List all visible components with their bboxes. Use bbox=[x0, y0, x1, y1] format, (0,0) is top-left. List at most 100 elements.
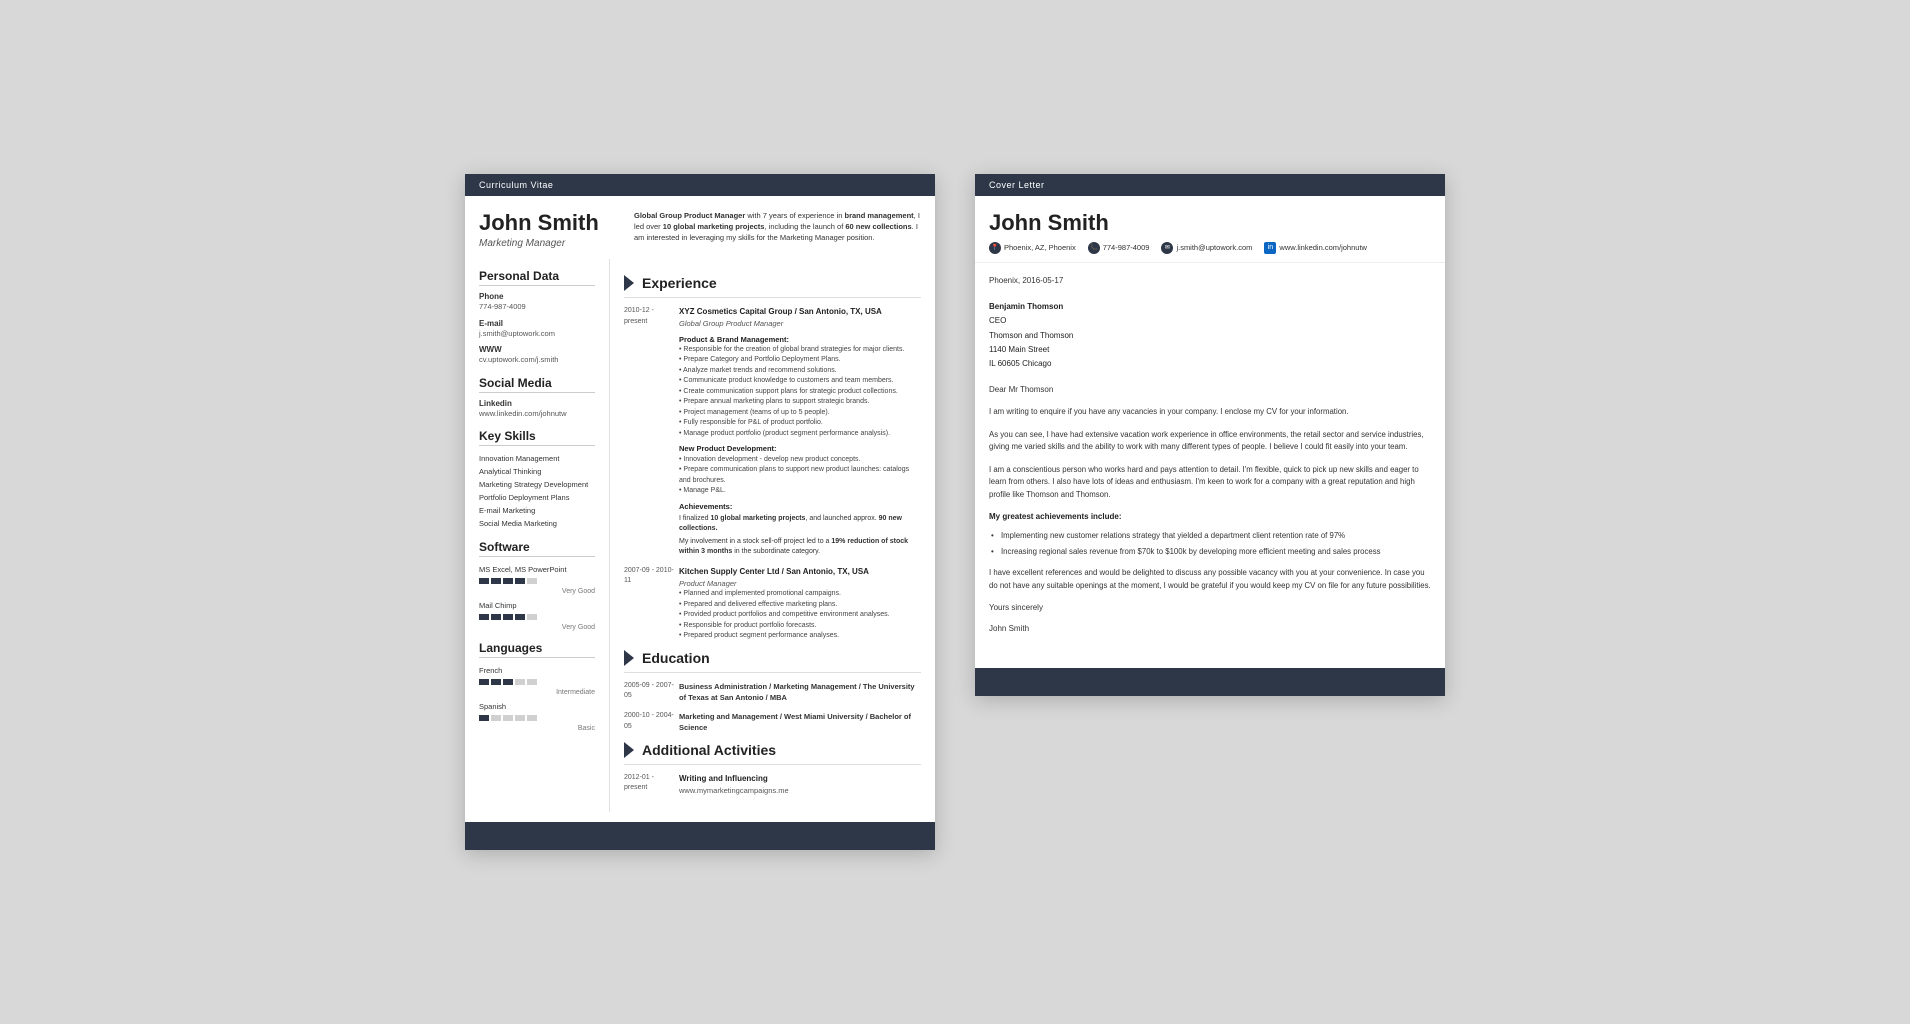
edu2-content: Marketing and Management / West Miami Un… bbox=[679, 711, 921, 734]
cl-body: Phoenix, 2016-05-17 Benjamin Thomson CEO… bbox=[975, 263, 1445, 648]
education-entry-1: 2005-09 - 2007-05 Business Administratio… bbox=[624, 681, 921, 704]
cv-job-title: Marketing Manager bbox=[479, 238, 624, 249]
experience-entry-1: 2010-12 - present XYZ Cosmetics Capital … bbox=[624, 306, 921, 558]
dot bbox=[503, 614, 513, 620]
dot bbox=[503, 679, 513, 685]
bullet: Analyze market trends and recommend solu… bbox=[679, 366, 921, 377]
exp1-achievement1: I finalized 10 global marketing projects… bbox=[679, 514, 921, 535]
exp1-bullets2: Innovation development - develop new pro… bbox=[679, 455, 921, 497]
phone-value: 774-987-4009 bbox=[479, 302, 595, 313]
skill-2: Analytical Thinking bbox=[479, 465, 595, 478]
software-title: Software bbox=[479, 540, 595, 557]
cl-location-item: 📍 Phoenix, AZ, Phoenix bbox=[989, 242, 1076, 254]
linkedin-icon: in bbox=[1264, 242, 1276, 254]
bullet: Innovation development - develop new pro… bbox=[679, 455, 921, 466]
exp1-achievement2: My involvement in a stock sell-off proje… bbox=[679, 537, 921, 558]
email-label: E-mail bbox=[479, 319, 595, 328]
dot bbox=[479, 715, 489, 721]
dot bbox=[479, 614, 489, 620]
phone-icon: 📞 bbox=[1088, 242, 1100, 254]
software-1-label: Very Good bbox=[479, 588, 595, 595]
exp2-bullets1: Planned and implemented promotional camp… bbox=[679, 589, 921, 642]
bullet: Provided product portfolios and competit… bbox=[679, 610, 921, 621]
activities-title: Additional Activities bbox=[642, 742, 776, 758]
bullet: Communicate product knowledge to custome… bbox=[679, 376, 921, 387]
skill-6: Social Media Marketing bbox=[479, 517, 595, 530]
edu1-degree: Business Administration / Marketing Mana… bbox=[679, 682, 915, 702]
cv-name-left: John Smith Marketing Manager bbox=[479, 210, 624, 249]
act1-detail: www.mymarketingcampaigns.me bbox=[679, 786, 921, 797]
software-1-bar bbox=[479, 578, 595, 584]
cv-name: John Smith bbox=[479, 210, 624, 236]
recipient-address: 1140 Main Street bbox=[989, 345, 1049, 354]
bullet: Manage product portfolio (product segmen… bbox=[679, 429, 921, 440]
activity-entry-1: 2012-01 - present Writing and Influencin… bbox=[624, 773, 921, 797]
linkedin-label: Linkedin bbox=[479, 399, 595, 408]
dot bbox=[491, 614, 501, 620]
cl-linkedin-item: in www.linkedin.com/johnutw bbox=[1264, 242, 1367, 254]
bullet: Planned and implemented promotional camp… bbox=[679, 589, 921, 600]
education-title: Education bbox=[642, 650, 710, 666]
cl-name-section: John Smith 📍 Phoenix, AZ, Phoenix 📞 774-… bbox=[975, 196, 1445, 263]
cl-phone: 774-987-4009 bbox=[1103, 243, 1150, 252]
cl-location: Phoenix, AZ, Phoenix bbox=[1004, 243, 1076, 252]
languages-title: Languages bbox=[479, 641, 595, 658]
social-media-title: Social Media bbox=[479, 376, 595, 393]
act1-content: Writing and Influencing www.mymarketingc… bbox=[679, 773, 921, 797]
dot bbox=[479, 679, 489, 685]
cv-body: Personal Data Phone 774-987-4009 E-mail … bbox=[465, 259, 935, 812]
cl-achievement-2: Increasing regional sales revenue from $… bbox=[989, 546, 1431, 558]
bullet: Prepare annual marketing plans to suppor… bbox=[679, 397, 921, 408]
dot bbox=[491, 578, 501, 584]
cl-paragraph1: I am writing to enquire if you have any … bbox=[989, 406, 1431, 418]
skill-3: Marketing Strategy Development bbox=[479, 478, 595, 491]
software-2-name: Mail Chimp bbox=[479, 599, 595, 612]
bullet: Prepared product segment performance ana… bbox=[679, 631, 921, 642]
skill-5: E-mail Marketing bbox=[479, 504, 595, 517]
cl-header-label: Cover Letter bbox=[989, 180, 1045, 190]
bullet: Manage P&L. bbox=[679, 486, 921, 497]
intro-highlight4: 60 new collections bbox=[845, 222, 911, 231]
software-2-bar bbox=[479, 614, 595, 620]
cv-main: Experience 2010-12 - present XYZ Cosmeti… bbox=[610, 259, 935, 812]
education-divider bbox=[624, 672, 921, 673]
recipient-company: Thomson and Thomson bbox=[989, 331, 1073, 340]
dot bbox=[515, 578, 525, 584]
cl-document: Cover Letter John Smith 📍 Phoenix, AZ, P… bbox=[975, 174, 1445, 696]
experience-arrow bbox=[624, 275, 634, 291]
act1-date: 2012-01 - present bbox=[624, 773, 679, 797]
cl-email-item: ✉ j.smith@uptowork.com bbox=[1161, 242, 1252, 254]
personal-data-title: Personal Data bbox=[479, 269, 595, 286]
cl-linkedin: www.linkedin.com/johnutw bbox=[1279, 243, 1367, 252]
dot bbox=[515, 679, 525, 685]
exp1-subsection3: Achievements: bbox=[679, 501, 921, 512]
activities-arrow bbox=[624, 742, 634, 758]
dot bbox=[527, 578, 537, 584]
dot bbox=[491, 679, 501, 685]
cl-phone-item: 📞 774-987-4009 bbox=[1088, 242, 1150, 254]
edu1-content: Business Administration / Marketing Mana… bbox=[679, 681, 921, 704]
cl-paragraph4: I have excellent references and would be… bbox=[989, 567, 1431, 592]
dot bbox=[503, 578, 513, 584]
edu2-date: 2000-10 - 2004-05 bbox=[624, 711, 679, 734]
cv-intro-text: Global Group Product Manager with 7 year… bbox=[624, 210, 921, 249]
email-value: j.smith@uptowork.com bbox=[479, 329, 595, 340]
software-1-name: MS Excel, MS PowerPoint bbox=[479, 563, 595, 576]
language-1-bar bbox=[479, 679, 595, 685]
cl-signature: John Smith bbox=[989, 623, 1431, 636]
exp1-bullets1: Responsible for the creation of global b… bbox=[679, 345, 921, 440]
education-entry-2: 2000-10 - 2004-05 Marketing and Manageme… bbox=[624, 711, 921, 734]
key-skills-title: Key Skills bbox=[479, 429, 595, 446]
cl-footer bbox=[975, 668, 1445, 696]
www-label: WWW bbox=[479, 345, 595, 354]
cv-name-section: John Smith Marketing Manager Global Grou… bbox=[465, 196, 935, 259]
language-1-label: Intermediate bbox=[479, 689, 595, 696]
location-icon: 📍 bbox=[989, 242, 1001, 254]
intro-highlight3: 10 global marketing projects bbox=[663, 222, 765, 231]
bullet: Create communication support plans for s… bbox=[679, 387, 921, 398]
www-value: cv.uptowork.com/j.smith bbox=[479, 355, 595, 366]
skill-4: Portfolio Deployment Plans bbox=[479, 491, 595, 504]
exp1-company: XYZ Cosmetics Capital Group / San Antoni… bbox=[679, 306, 921, 318]
experience-entry-2: 2007-09 - 2010-11 Kitchen Supply Center … bbox=[624, 566, 921, 642]
activities-divider bbox=[624, 764, 921, 765]
